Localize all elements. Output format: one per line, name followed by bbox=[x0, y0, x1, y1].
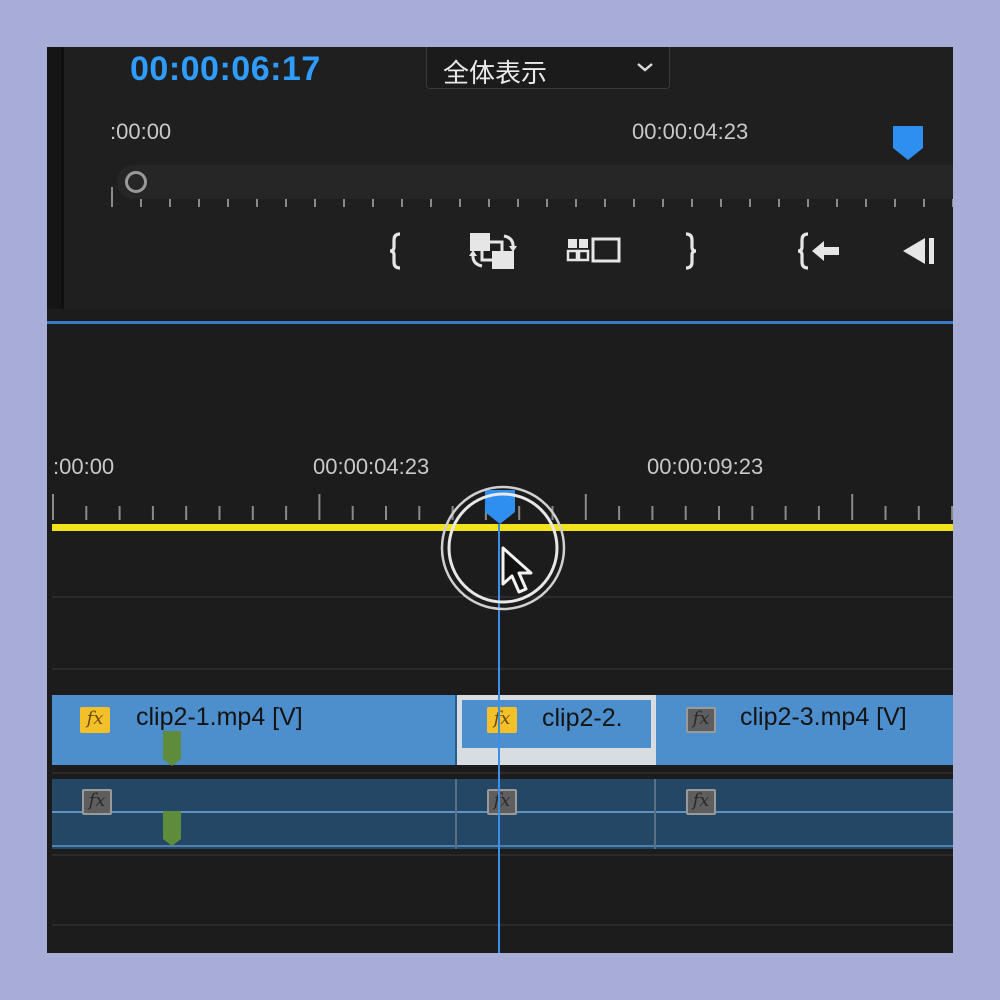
monitor-ruler-mid: 00:00:04:23 bbox=[632, 119, 749, 144]
multicam-button[interactable] bbox=[565, 231, 623, 271]
track-separator bbox=[52, 854, 953, 856]
monitor-playhead-icon[interactable] bbox=[891, 124, 925, 162]
track-separator bbox=[52, 668, 953, 670]
track-separator bbox=[52, 924, 953, 926]
fx-badge-icon[interactable]: fx bbox=[80, 707, 110, 733]
zoom-fit-dropdown[interactable]: 全体表示 bbox=[426, 47, 670, 89]
audio-track-a1: fx fx fx bbox=[52, 779, 953, 849]
lift-overwrite-button[interactable] bbox=[467, 231, 519, 271]
monitor-zoom-scrollbar[interactable] bbox=[117, 165, 953, 199]
video-track-v1: fx clip2-1.mp4 [V] fx clip2-2. fx clip2-… bbox=[52, 695, 953, 767]
video-clip[interactable]: fx clip2-1.mp4 [V] bbox=[52, 695, 457, 767]
marker-icon[interactable] bbox=[162, 731, 182, 767]
mark-out-button[interactable] bbox=[677, 231, 703, 271]
selection-border bbox=[462, 748, 651, 760]
chevron-down-icon bbox=[637, 63, 653, 72]
timeline-panel: :00:00 00:00:04:23 00:00:09:23 fx clip2-… bbox=[47, 324, 953, 953]
clip-name: clip2-2. bbox=[542, 704, 623, 732]
multicam-icon bbox=[566, 237, 621, 263]
waveform-line bbox=[52, 811, 455, 813]
timeline-ruler-mid: 00:00:04:23 bbox=[313, 454, 430, 479]
track-separator bbox=[52, 772, 953, 774]
waveform-line bbox=[457, 845, 654, 847]
timeline-ruler-start: :00:00 bbox=[53, 454, 115, 479]
fx-badge-icon[interactable]: fx bbox=[686, 707, 716, 733]
step-back-icon bbox=[903, 238, 934, 264]
premiere-editor: 00:00:06:17 全体表示 :00:00 00:00:04:23:00:… bbox=[47, 47, 953, 953]
timeline-ruler-end: 00:00:09:23 bbox=[647, 454, 764, 479]
clip-name: clip2-3.mp4 [V] bbox=[740, 703, 907, 731]
fx-badge-icon[interactable]: fx bbox=[686, 789, 716, 815]
program-monitor: 00:00:06:17 全体表示 :00:00 00:00:04:23 bbox=[47, 47, 953, 315]
clip-name: clip2-1.mp4 [V] bbox=[136, 703, 303, 731]
zoom-fit-value: 全体表示 bbox=[443, 59, 548, 89]
mark-out-icon bbox=[685, 232, 697, 270]
mouse-cursor-icon bbox=[501, 546, 533, 594]
waveform-line bbox=[656, 845, 953, 847]
panel-edge bbox=[47, 47, 64, 309]
go-to-in-icon bbox=[797, 232, 839, 270]
marker-icon[interactable] bbox=[162, 811, 182, 847]
waveform-line bbox=[52, 845, 455, 847]
go-to-in-button[interactable] bbox=[795, 231, 845, 271]
audio-clip[interactable]: fx bbox=[52, 779, 457, 849]
fx-badge-icon[interactable]: fx bbox=[82, 789, 112, 815]
mark-in-icon bbox=[389, 232, 401, 270]
audio-clip[interactable]: fx bbox=[457, 779, 656, 849]
fx-badge-icon[interactable]: fx bbox=[487, 789, 517, 815]
step-back-button[interactable] bbox=[897, 231, 941, 271]
video-clip[interactable]: fx clip2-3.mp4 [V] bbox=[656, 695, 953, 765]
playhead-timecode[interactable]: 00:00:06:17 bbox=[130, 50, 321, 89]
lift-overwrite-icon bbox=[469, 233, 517, 269]
audio-clip[interactable]: fx bbox=[656, 779, 953, 849]
video-clip-selected[interactable]: fx clip2-2. bbox=[457, 695, 656, 765]
fx-badge-icon[interactable]: fx bbox=[487, 707, 517, 733]
monitor-ruler-start: :00:00 bbox=[110, 119, 172, 144]
mark-in-button[interactable] bbox=[383, 231, 409, 271]
scrollbar-handle[interactable] bbox=[125, 171, 147, 193]
